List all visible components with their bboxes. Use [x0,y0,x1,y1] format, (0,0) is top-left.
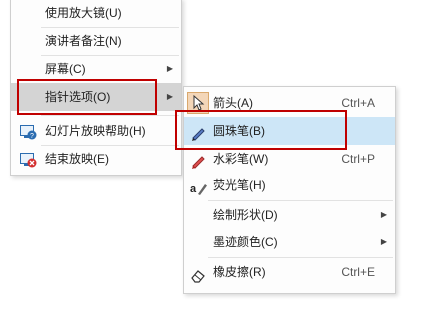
annotation-box-pointer-options [17,79,157,115]
submenu-arrow-icon: ▶ [166,92,173,101]
submenu-arrow-icon: ▶ [380,210,387,219]
menu-item-label: 结束放映(E) [45,152,109,166]
menu-item-label: 幻灯片放映帮助(H) [45,124,146,138]
menu-item-label: 绘制形状(D) [213,208,278,222]
annotation-box-ballpoint-pen [175,110,347,150]
menu-item-label: 墨迹颜色(C) [213,235,278,249]
svg-text:a: a [190,183,197,195]
submenu-arrow-icon: ▶ [380,237,387,246]
eraser-icon [190,265,206,293]
menu-separator [41,115,179,116]
menu-shortcut: Ctrl+E [341,265,375,279]
menu-item-eraser[interactable]: 橡皮擦(R) Ctrl+E [184,258,395,286]
menu-item-draw-shape[interactable]: 绘制形状(D) ▶ [184,201,395,229]
menu-item-presenter-notes[interactable]: 演讲者备注(N) [11,27,181,55]
menu-item-highlighter[interactable]: a 荧光笔(H) [184,171,395,199]
svg-text:?: ? [30,133,34,140]
menu-item-ink-color[interactable]: 墨迹颜色(C) ▶ [184,228,395,256]
end-show-icon [20,151,37,179]
menu-item-label: 使用放大镜(U) [45,6,122,20]
menu-item-label: 演讲者备注(N) [45,34,122,48]
menu-item-label: 橡皮擦(R) [213,265,266,279]
menu-item-slideshow-help[interactable]: ? 幻灯片放映帮助(H) [11,117,181,145]
menu-item-magnifier[interactable]: 使用放大镜(U) [11,0,181,27]
menu-item-end-show[interactable]: 结束放映(E) [11,145,181,173]
menu-item-label: 荧光笔(H) [213,178,266,192]
submenu-arrow-icon: ▶ [166,64,173,73]
